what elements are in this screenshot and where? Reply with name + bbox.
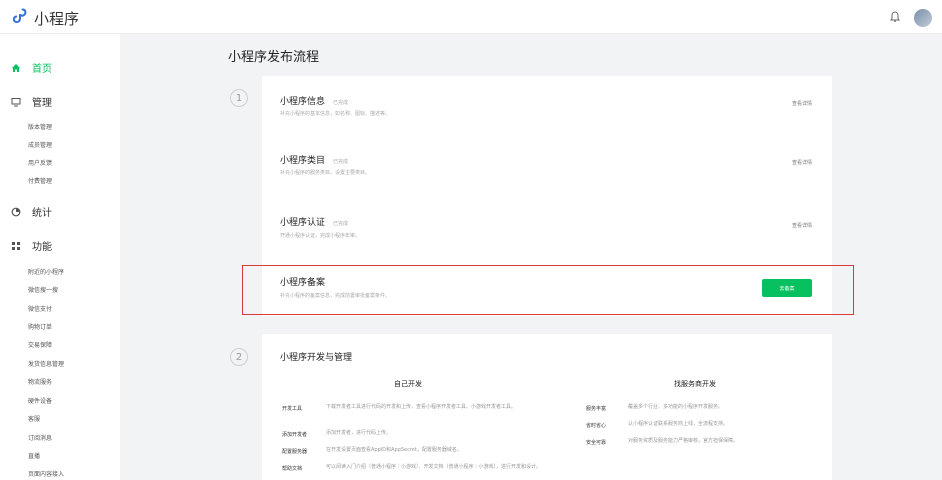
table-label: 帮助文档 bbox=[282, 466, 303, 472]
sidebar-item-page-content[interactable]: 页面内容接入 bbox=[28, 469, 64, 478]
step-number-2: 2 bbox=[230, 348, 248, 366]
miniprogram-logo-icon bbox=[12, 7, 28, 29]
sidebar-item-trade-guarantee[interactable]: 交易保障 bbox=[28, 340, 52, 349]
row-title: 小程序信息 bbox=[280, 97, 326, 107]
row-title: 小程序认证 bbox=[280, 218, 326, 228]
table-desc: 在开发设置页面查看AppID和AppSecret，配置服务器域名。 bbox=[326, 447, 462, 453]
sidebar-item-customer-service[interactable]: 客服 bbox=[28, 414, 40, 423]
table-desc: 可以阅读入门介绍（普通小程序｜小游戏）、开发文档（普通小程序｜小游戏），进行开发… bbox=[326, 464, 542, 470]
table-desc: 下载开发者工具进行代码的开发和上传，查看小程序开发者工具、小游戏开发者工具。 bbox=[326, 404, 517, 410]
app-name: 小程序 bbox=[34, 9, 80, 28]
bell-icon[interactable] bbox=[890, 8, 900, 27]
page-title: 小程序发布流程 bbox=[228, 50, 320, 65]
table-label: 服务丰富 bbox=[586, 406, 607, 412]
top-bar: 小程序 bbox=[0, 0, 942, 34]
status-badge: 已完成 bbox=[333, 221, 349, 227]
table-label: 配置服务器 bbox=[282, 449, 308, 455]
list-item: 小程序信息 已完成 补充小程序的基本信息，如名称、图标、描述等。 查看详情 bbox=[262, 76, 832, 134]
sidebar-item-manage[interactable]: 管理 bbox=[10, 94, 52, 109]
list-item: 小程序认证 已完成 开通小程序认证，完成小程序年审。 查看详情 bbox=[262, 192, 832, 250]
sidebar-item-nearby[interactable]: 附近的小程序 bbox=[28, 267, 64, 276]
row-description: 补充小程序的服务类目，设置主要类目。 bbox=[280, 170, 371, 176]
grid-icon bbox=[10, 240, 22, 252]
avatar[interactable] bbox=[914, 8, 932, 27]
sidebar-item-features[interactable]: 功能 bbox=[10, 238, 52, 253]
table-desc: 添加开发者，进行代码上传。 bbox=[326, 430, 392, 436]
row-description: 补充小程序的基本信息，如名称、图标、描述等。 bbox=[280, 111, 391, 117]
list-item: 小程序类目 已完成 补充小程序的服务类目，设置主要类目。 查看详情 bbox=[262, 134, 832, 192]
row-title: 小程序类目 bbox=[280, 156, 326, 166]
table-desc: 认小程序认证联系服务商上线，全流程支持。 bbox=[628, 421, 729, 427]
self-develop-heading: 自己开发 bbox=[394, 380, 422, 388]
table-desc: 覆盖多个行业、多功能的小程序开发服务。 bbox=[628, 404, 724, 410]
sidebar-item-stats[interactable]: 统计 bbox=[10, 204, 52, 219]
sidebar-item-payment[interactable]: 付费管理 bbox=[28, 176, 52, 185]
row-description: 开通小程序认证，完成小程序年审。 bbox=[280, 233, 361, 239]
sidebar-item-live[interactable]: 直播 bbox=[28, 451, 40, 460]
filing-highlight-box bbox=[242, 265, 854, 315]
sidebar-item-version[interactable]: 版本管理 bbox=[28, 122, 52, 131]
status-badge: 已完成 bbox=[333, 159, 349, 165]
view-details-link[interactable]: 查看详情 bbox=[792, 100, 812, 107]
sidebar-item-subscribe-msg[interactable]: 订阅消息 bbox=[28, 433, 52, 442]
table-desc: 对服务资质及服务能力严格审核，官方担保保障。 bbox=[628, 438, 739, 444]
develop-manage-card: 小程序开发与管理 自己开发 找服务商开发 开发工具 下载开发者工具进行代码的开发… bbox=[262, 334, 832, 480]
table-label: 添加开发者 bbox=[282, 432, 308, 438]
monitor-icon bbox=[10, 96, 22, 108]
sidebar-item-search[interactable]: 微信搜一搜 bbox=[28, 285, 58, 294]
vendor-develop-heading: 找服务商开发 bbox=[674, 380, 716, 388]
sidebar-item-wxpay[interactable]: 微信支付 bbox=[28, 304, 52, 313]
sidebar-item-shipping-info[interactable]: 发货信息管理 bbox=[28, 359, 64, 368]
main-content: 小程序发布流程 1 小程序信息 已完成 补充小程序的基本信息，如名称、图标、描述等… bbox=[120, 34, 942, 480]
table-label: 开发工具 bbox=[282, 406, 303, 412]
sidebar-item-members[interactable]: 成员管理 bbox=[28, 140, 52, 149]
sidebar-item-orders[interactable]: 购物订单 bbox=[28, 322, 52, 331]
table-label: 省时省心 bbox=[586, 423, 607, 429]
table-label: 安全可靠 bbox=[586, 440, 607, 446]
sidebar-item-home[interactable]: 首页 bbox=[10, 60, 52, 75]
app-logo[interactable]: 小程序 bbox=[12, 7, 79, 29]
sidebar-item-hardware[interactable]: 硬件设备 bbox=[28, 396, 52, 405]
sidebar-item-feedback[interactable]: 用户反馈 bbox=[28, 158, 52, 167]
home-icon bbox=[10, 62, 22, 74]
status-badge: 已完成 bbox=[333, 100, 349, 106]
view-details-link[interactable]: 查看详情 bbox=[792, 222, 812, 229]
view-details-link[interactable]: 查看详情 bbox=[792, 159, 812, 166]
sidebar: 首页 管理 版本管理 成员管理 用户反馈 付费管理 统计 功能 附近的小程序 微… bbox=[0, 34, 120, 480]
sidebar-item-logistics[interactable]: 物流服务 bbox=[28, 377, 52, 386]
section-title: 小程序开发与管理 bbox=[280, 353, 353, 363]
step-number-1: 1 bbox=[230, 89, 248, 107]
pie-chart-icon bbox=[10, 206, 22, 218]
